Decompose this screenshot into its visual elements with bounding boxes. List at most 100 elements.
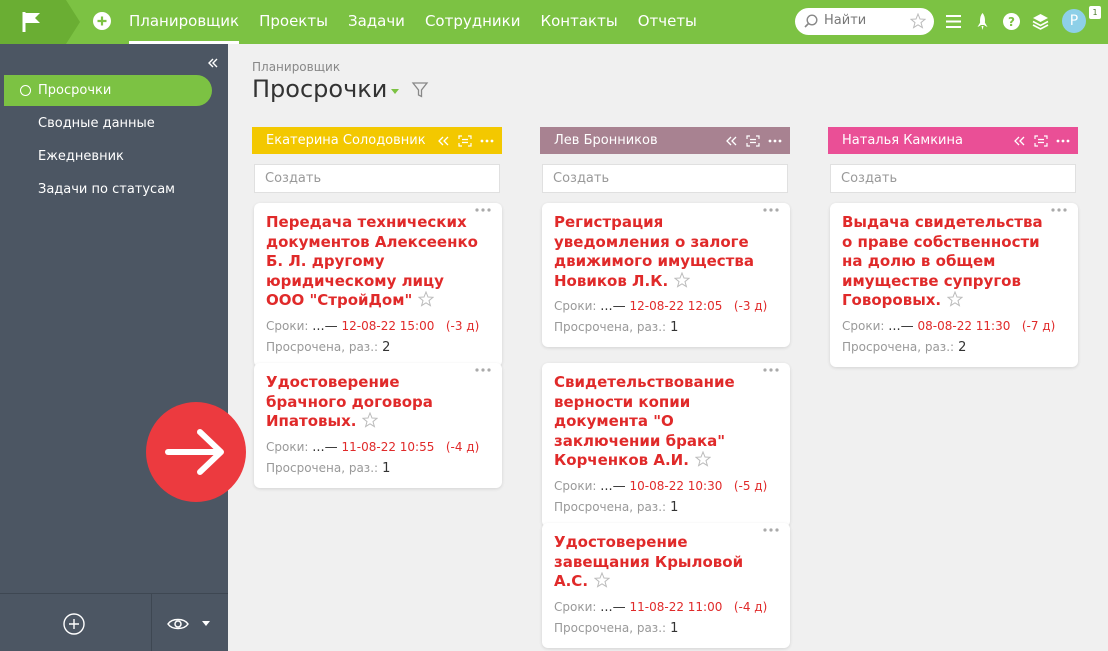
deadline-start: ...— [888,318,914,334]
column-header: Екатерина Солодовник [252,127,502,154]
more-icon[interactable] [762,527,780,533]
deadline-label: Сроки: [554,299,597,313]
task-title: Регистрация уведомления о залоге движимо… [554,213,778,291]
sidebar-item-label: Ежедневник [38,149,124,164]
search-box[interactable]: Найти [795,8,934,35]
more-icon[interactable] [1050,207,1068,213]
help-icon[interactable]: ? [1002,12,1021,31]
task-title-text[interactable]: Удостоверение брачного договора Ипатовых… [266,373,433,430]
scan-icon[interactable] [746,134,760,147]
footer-divider [151,594,152,651]
nav-item[interactable]: Контакты [540,0,617,44]
overdue-label: Просрочена, раз.: [554,499,667,514]
nav-item[interactable]: Сотрудники [425,0,521,44]
star-icon[interactable] [947,291,964,307]
task-card[interactable]: Регистрация уведомления о залоге движимо… [542,203,790,347]
column-actions [430,127,494,154]
notification-badge: 1 [1089,6,1101,19]
deadline-date: 08-08-22 11:30 [917,318,1011,333]
deadline-date: 10-08-22 10:30 [629,478,723,493]
rocket-icon[interactable] [973,12,992,31]
scan-icon[interactable] [458,134,472,147]
add-circle-icon[interactable] [63,613,85,635]
overdue-count: 2 [382,339,391,355]
star-icon[interactable] [674,271,691,288]
task-card[interactable]: Удостоверение завещания Крыловой А.С. Сро… [542,523,790,648]
sidebar-item[interactable]: Задачи по статусам [4,174,212,205]
column-title: Наталья Камкина [842,133,963,148]
deadline-date: 12-08-22 12:05 [629,299,723,313]
task-overdue: Просрочена, раз.: 1 [554,621,778,636]
sidebar-item[interactable]: Сводные данные [4,108,212,139]
sidebar-footer [0,593,228,651]
task-card[interactable]: Свидетельствование верности копии докуме… [542,363,790,527]
star-icon[interactable] [910,13,926,29]
task-overdue: Просрочена, раз.: 1 [554,320,778,335]
create-task-input[interactable]: Создать [830,164,1076,193]
deadline-label: Сроки: [554,478,597,493]
more-icon[interactable] [762,367,780,373]
sidebar-item[interactable]: Просрочки [4,75,212,106]
more-icon[interactable] [474,207,492,213]
overdue-count: 1 [670,620,679,636]
star-icon[interactable] [594,572,611,588]
overdue-label: Просрочена, раз.: [842,339,955,354]
layers-icon[interactable] [1031,12,1050,31]
deadline-label: Сроки: [266,318,309,333]
nav-item[interactable]: Задачи [348,0,405,44]
star-icon[interactable] [418,291,435,307]
star-icon[interactable] [362,412,379,428]
breadcrumb[interactable]: Планировщик [252,60,340,74]
task-deadline: Сроки: ...— 08-08-22 11:30 (-7 д) [842,319,1066,334]
task-title-text[interactable]: Выдача свидетельства о праве собственнос… [842,213,1043,309]
collapse-column-icon[interactable] [726,136,738,146]
task-title-text[interactable]: Регистрация уведомления о залоге движимо… [554,213,754,290]
nav-item[interactable]: Отчеты [638,0,697,44]
task-overdue: Просрочена, раз.: 2 [266,340,490,355]
filter-icon[interactable] [411,81,429,99]
task-card[interactable]: Удостоверение брачного договора Ипатовых… [254,363,502,488]
column-title: Лев Бронников [554,133,658,148]
overdue-count: 2 [958,339,967,355]
task-title-text[interactable]: Удостоверение завещания Крыловой А.С. [554,533,743,590]
task-card[interactable]: Передача технических документов Алексеен… [254,203,502,367]
task-card[interactable]: Выдача свидетельства о праве собственнос… [830,203,1078,367]
deadline-date: 11-08-22 10:55 [341,439,435,454]
task-title: Удостоверение брачного договора Ипатовых… [266,373,490,432]
svg-text:?: ? [1008,15,1015,29]
collapse-column-icon[interactable] [1014,136,1026,146]
deadline-start: ...— [600,478,626,494]
task-deadline: Сроки: ...— 11-08-22 10:55 (-4 д) [266,440,490,455]
search-placeholder: Найти [824,13,867,28]
delay-days: (-4 д) [445,439,480,454]
task-deadline: Сроки: ...— 12-08-22 15:00 (-3 д) [266,319,490,334]
board-column: Наталья Камкина Создать Выдача свидетельст… [828,127,1078,367]
delay-days: (-5 д) [733,478,768,493]
collapse-column-icon[interactable] [438,136,450,146]
task-title-text[interactable]: Передача технических документов Алексеен… [266,213,478,309]
overdue-label: Просрочена, раз.: [554,320,667,334]
create-task-input[interactable]: Создать [254,164,500,193]
more-icon[interactable] [480,139,494,143]
task-title: Выдача свидетельства о праве собственнос… [842,213,1066,311]
more-icon[interactable] [1056,139,1070,143]
more-icon[interactable] [474,367,492,373]
create-task-input[interactable]: Создать [542,164,788,193]
more-icon[interactable] [768,139,782,143]
sidebar-item[interactable]: Ежедневник [4,141,212,172]
logo[interactable] [0,0,80,44]
eye-icon[interactable] [166,615,190,633]
nav-item[interactable]: Проекты [259,0,328,44]
more-icon[interactable] [762,207,780,213]
title-dropdown-icon[interactable] [391,89,399,94]
avatar[interactable]: P [1062,9,1086,33]
task-title: Свидетельствование верности копии докуме… [554,373,778,471]
collapse-sidebar-icon[interactable] [208,58,218,68]
scan-icon[interactable] [1034,134,1048,147]
star-icon[interactable] [694,451,711,467]
task-deadline: Сроки: ...— 10-08-22 10:30 (-5 д) [554,479,778,494]
nav-item[interactable]: Планировщик [129,0,240,44]
chevron-down-icon[interactable] [202,621,210,626]
add-icon[interactable] [93,12,111,30]
menu-icon[interactable] [944,12,963,31]
